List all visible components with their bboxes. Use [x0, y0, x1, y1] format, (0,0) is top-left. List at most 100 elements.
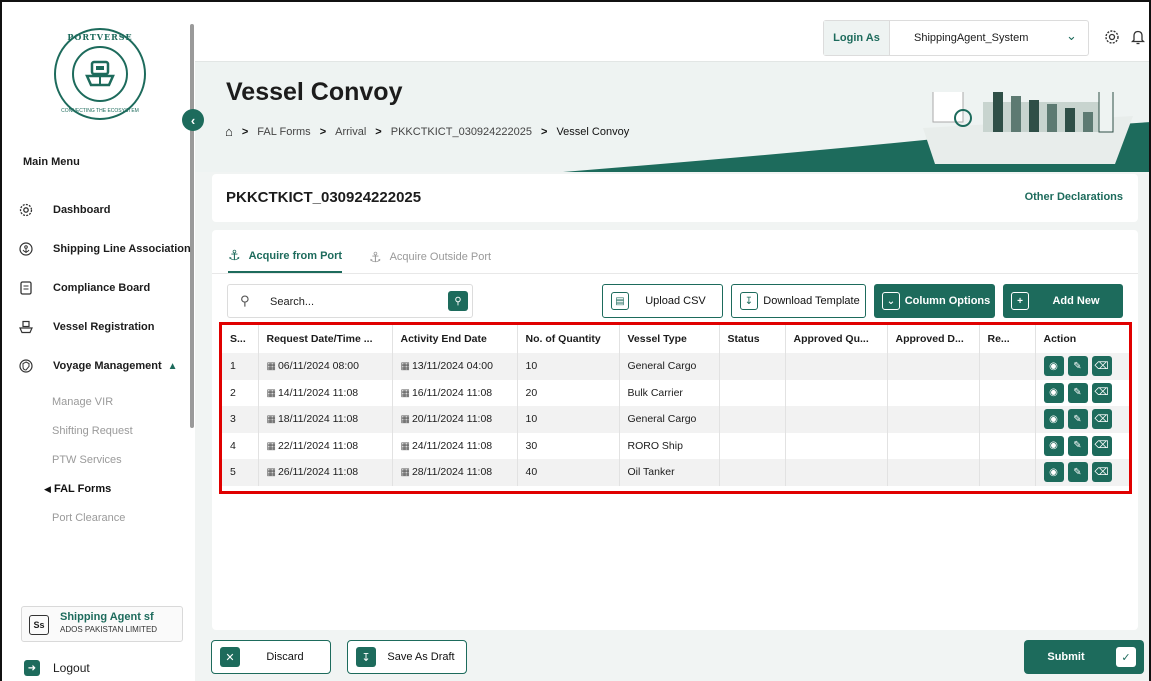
delete-trash-icon[interactable]: ⌫: [1091, 435, 1112, 456]
calendar-icon: ▦: [266, 361, 276, 373]
view-eye-icon[interactable]: ◉: [1043, 435, 1064, 456]
column-options-button[interactable]: ⌄ Column Options: [874, 284, 995, 318]
submenu-item-manage-vir[interactable]: Manage VIR: [52, 396, 113, 408]
document-icon: [18, 280, 34, 296]
user-card[interactable]: Ss Shipping Agent sf ADOS PAKISTAN LIMIT…: [21, 606, 183, 642]
table-header-row: S... Request Date/Time ... Activity End …: [222, 325, 1129, 353]
anchor-icon: [18, 241, 34, 257]
column-header: Action: [1043, 333, 1077, 345]
edit-icon[interactable]: ✎: [1067, 382, 1088, 403]
declaration-card: PKKCTKICT_030924222025 Other Declaration…: [212, 174, 1138, 222]
edit-icon[interactable]: ✎: [1067, 435, 1088, 456]
sidebar-item-vessel-registration[interactable]: Vessel Registration: [18, 315, 155, 339]
column-header[interactable]: S...: [222, 325, 259, 353]
logout-button[interactable]: ➜ Logout: [24, 660, 90, 676]
ship-icon: [18, 319, 34, 335]
upload-file-icon: ▤: [611, 292, 629, 310]
submenu-item-label: FAL Forms: [53, 483, 112, 495]
content-card: ⚓ Acquire from Port ⚓ Acquire Outside Po…: [212, 230, 1138, 630]
sidebar-collapse-button[interactable]: ‹: [182, 109, 204, 131]
submenu-item-fal-forms[interactable]: ◀ FAL Forms: [44, 483, 111, 495]
table-row[interactable]: 5 ▦ 26/11/2024 11:08 ▦ 28/11/2024 11:08 40…: [222, 459, 1129, 486]
edit-icon[interactable]: ✎: [1067, 462, 1088, 483]
add-new-button[interactable]: + Add New: [1003, 284, 1123, 318]
tab-acquire-from-port[interactable]: ⚓ Acquire from Port: [228, 240, 343, 274]
download-template-button[interactable]: ↧ Download Template: [731, 284, 866, 318]
sidebar-item-label: Vessel Registration: [53, 321, 155, 333]
tab-label: Acquire Outside Port: [389, 251, 492, 263]
column-header[interactable]: Status: [719, 325, 786, 353]
delete-trash-icon[interactable]: ⌫: [1091, 409, 1112, 430]
calendar-icon: ▦: [400, 467, 410, 479]
sidebar: PORTVERSE CONNECTING THE ECOSYSTEM Main …: [4, 10, 194, 681]
avatar: Ss: [29, 615, 49, 635]
save-draft-button[interactable]: ↧ Save As Draft: [347, 640, 467, 674]
column-header[interactable]: Approved Qu...: [785, 325, 888, 353]
column-header[interactable]: Approved D...: [887, 325, 980, 353]
submenu-item-ptw-services[interactable]: PTW Services: [52, 454, 122, 466]
edit-icon[interactable]: ✎: [1067, 409, 1088, 430]
sidebar-item-compliance-board[interactable]: Compliance Board: [18, 276, 150, 300]
login-as-value: ShippingAgent_System: [914, 32, 1029, 44]
table-row[interactable]: 4 ▦ 22/11/2024 11:08 ▦ 24/11/2024 11:08 30…: [222, 432, 1129, 459]
delete-trash-icon[interactable]: ⌫: [1091, 462, 1112, 483]
breadcrumb-item[interactable]: Arrival: [335, 126, 366, 138]
submenu-item-shifting-request[interactable]: Shifting Request: [52, 425, 133, 437]
calendar-icon: ▦: [400, 440, 410, 452]
breadcrumb-item[interactable]: FAL Forms: [257, 126, 310, 138]
portverse-logo[interactable]: PORTVERSE CONNECTING THE ECOSYSTEM: [54, 28, 146, 120]
page-title: Vessel Convoy: [226, 78, 403, 106]
table-row[interactable]: 3 ▦ 18/11/2024 11:08 ▦ 20/11/2024 11:08 10…: [222, 406, 1129, 433]
sidebar-scrollbar[interactable]: [190, 24, 194, 428]
close-icon: ✕: [220, 647, 240, 667]
column-header[interactable]: Activity End Date: [392, 325, 518, 353]
calendar-icon: ▦: [266, 387, 276, 399]
settings-gear-icon[interactable]: [1103, 28, 1121, 46]
submenu-item-port-clearance[interactable]: Port Clearance: [52, 512, 125, 524]
logo-text: PORTVERSE: [67, 32, 133, 42]
active-arrow-icon: ◀: [44, 484, 51, 494]
breadcrumb-item[interactable]: PKKCTKICT_030924222025: [391, 126, 532, 138]
login-as-label: Login As: [824, 21, 890, 55]
table-row[interactable]: 2 ▦ 14/11/2024 11:08 ▦ 16/11/2024 11:08 20…: [222, 379, 1129, 406]
other-declarations-link[interactable]: Other Declarations: [1025, 191, 1123, 203]
calendar-icon: ▦: [400, 387, 410, 399]
discard-button[interactable]: ✕ Discard: [211, 640, 331, 674]
sidebar-item-shipping-line[interactable]: Shipping Line Association: [18, 237, 191, 261]
view-eye-icon[interactable]: ◉: [1043, 356, 1064, 377]
submit-button[interactable]: Submit ✓: [1024, 640, 1144, 674]
user-org: ADOS PAKISTAN LIMITED: [60, 625, 158, 634]
port-crane-icon: ⚓: [369, 248, 382, 265]
sidebar-item-voyage-management[interactable]: Voyage Management ▲: [18, 354, 178, 378]
logo-tagline: CONNECTING THE ECOSYSTEM: [61, 108, 139, 114]
tab-label: Acquire from Port: [248, 249, 343, 262]
search-button[interactable]: ⚲: [448, 291, 468, 311]
search-box[interactable]: ⚲ Search... ⚲: [227, 284, 473, 318]
chevron-down-icon: ⌄: [1066, 28, 1077, 43]
tab-acquire-outside-port[interactable]: ⚓ Acquire Outside Port: [369, 240, 491, 274]
chevron-down-icon: ⌄: [882, 292, 900, 310]
delete-trash-icon[interactable]: ⌫: [1091, 356, 1112, 377]
column-header[interactable]: Re...: [979, 325, 1036, 353]
edit-icon[interactable]: ✎: [1067, 356, 1088, 377]
view-eye-icon[interactable]: ◉: [1043, 462, 1064, 483]
upload-csv-button[interactable]: ▤ Upload CSV: [602, 284, 723, 318]
column-header[interactable]: Vessel Type: [619, 325, 720, 353]
save-icon: ↧: [356, 647, 376, 667]
login-as-select[interactable]: Login As ShippingAgent_System ⌄: [823, 20, 1089, 56]
calendar-icon: ▦: [266, 440, 276, 452]
bell-icon[interactable]: [1129, 28, 1147, 46]
column-header[interactable]: No. of Quantity: [517, 325, 620, 353]
delete-trash-icon[interactable]: ⌫: [1091, 382, 1112, 403]
view-eye-icon[interactable]: ◉: [1043, 382, 1064, 403]
cargo-ship-illustration: [563, 92, 1149, 172]
search-input[interactable]: Search...: [270, 296, 314, 308]
sidebar-item-dashboard[interactable]: Dashboard: [18, 198, 110, 222]
calendar-icon: ▦: [400, 414, 410, 426]
table-row[interactable]: 1 ▦ 06/11/2024 08:00 ▦ 13/11/2024 04:00 10…: [222, 353, 1129, 380]
check-icon: ✓: [1116, 647, 1136, 667]
view-eye-icon[interactable]: ◉: [1043, 409, 1064, 430]
column-header[interactable]: Request Date/Time ...: [258, 325, 393, 353]
port-crane-icon: ⚓: [228, 247, 241, 263]
home-icon[interactable]: ⌂: [225, 124, 233, 139]
